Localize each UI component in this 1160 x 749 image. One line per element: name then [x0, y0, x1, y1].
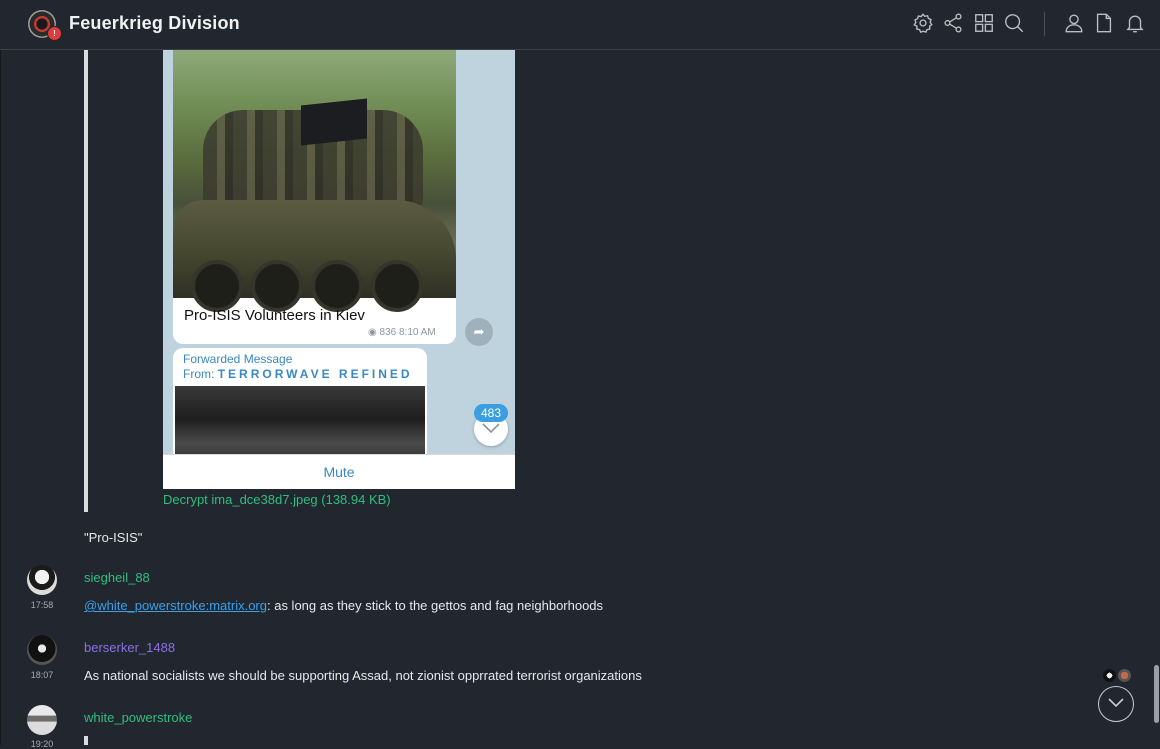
forwarded-from-prefix: From: [183, 367, 215, 381]
reply-quote-bar [84, 50, 88, 512]
photo-wheel [371, 260, 423, 312]
read-receipt-avatar[interactable] [1103, 669, 1116, 682]
chevron-down-icon [482, 423, 500, 434]
photo-meta: ◉ 836 8:10 AM [368, 327, 436, 338]
jump-to-bottom-button[interactable] [1098, 686, 1134, 722]
message-timestamp: 17:58 [30, 600, 54, 610]
avatar[interactable] [27, 705, 57, 735]
decrypt-image-link[interactable]: Decrypt ima_dce38d7.jpeg (138.94 KB) [163, 492, 391, 507]
forwarded-from: From: TERRORWAVE REFINED [183, 367, 413, 381]
bell-icon[interactable] [1124, 12, 1148, 36]
chevron-down-icon [1108, 698, 1124, 708]
photo-wheel [311, 260, 363, 312]
message-image[interactable]: Pro-ISIS Volunteers in Kiev ◉ 836 8:10 A… [163, 50, 515, 489]
avatar[interactable] [27, 565, 57, 595]
apps-grid-icon[interactable] [973, 12, 997, 36]
message-timestamp: 19:20 [30, 739, 54, 749]
photo-caption: Pro-ISIS Volunteers in Kiev [184, 307, 365, 324]
forwarded-message: Forwarded Message From: TERRORWAVE REFIN… [173, 348, 427, 468]
user-mention-link[interactable]: @white_powerstroke:matrix.org [84, 598, 267, 613]
message-body: As national socialists we should be supp… [84, 668, 642, 683]
read-receipt-avatar[interactable] [1118, 669, 1131, 682]
reply-quote-bar [84, 736, 88, 745]
avatar[interactable] [27, 635, 57, 665]
photo [173, 50, 456, 312]
sender-name[interactable]: white_powerstroke [84, 710, 192, 725]
forwarded-from-name: TERRORWAVE REFINED [217, 367, 413, 381]
left-edge [0, 0, 1, 745]
user-icon[interactable] [1063, 12, 1087, 36]
room-name[interactable]: Feuerkrieg Division [69, 13, 240, 34]
message-text: : as long as they stick to the gettos an… [266, 598, 604, 613]
sender-name[interactable]: berserker_1488 [84, 640, 175, 655]
share-icon[interactable] [942, 12, 966, 36]
photo-wheel [251, 260, 303, 312]
mute-bar: Mute [163, 454, 515, 489]
views-icon: ◉ [368, 327, 380, 338]
photo-flag [301, 98, 367, 146]
settings-icon[interactable] [912, 12, 936, 36]
forwarded-label: Forwarded Message [183, 352, 293, 366]
forward-arrow-icon: ➦ [465, 318, 493, 346]
message-body: "Pro-ISIS" [84, 530, 143, 545]
photo-message: Pro-ISIS Volunteers in Kiev ◉ 836 8:10 A… [173, 50, 456, 344]
header-divider [1044, 12, 1045, 36]
search-icon[interactable] [1003, 12, 1027, 36]
sender-name[interactable]: siegheil_88 [84, 570, 150, 585]
message-timestamp: 18:07 [30, 670, 54, 680]
room-header: ! Feuerkrieg Division [0, 0, 1160, 50]
photo-meta-text: 836 8:10 AM [379, 327, 436, 338]
mute-label: Mute [323, 464, 355, 480]
file-icon[interactable] [1093, 12, 1117, 36]
room-alert-badge: ! [47, 26, 62, 41]
unread-count-badge: 483 [474, 404, 508, 422]
message-body: @white_powerstroke:matrix.org: as long a… [84, 598, 603, 613]
photo-wheel [191, 260, 243, 312]
timeline-scrollbar[interactable] [1154, 665, 1159, 723]
